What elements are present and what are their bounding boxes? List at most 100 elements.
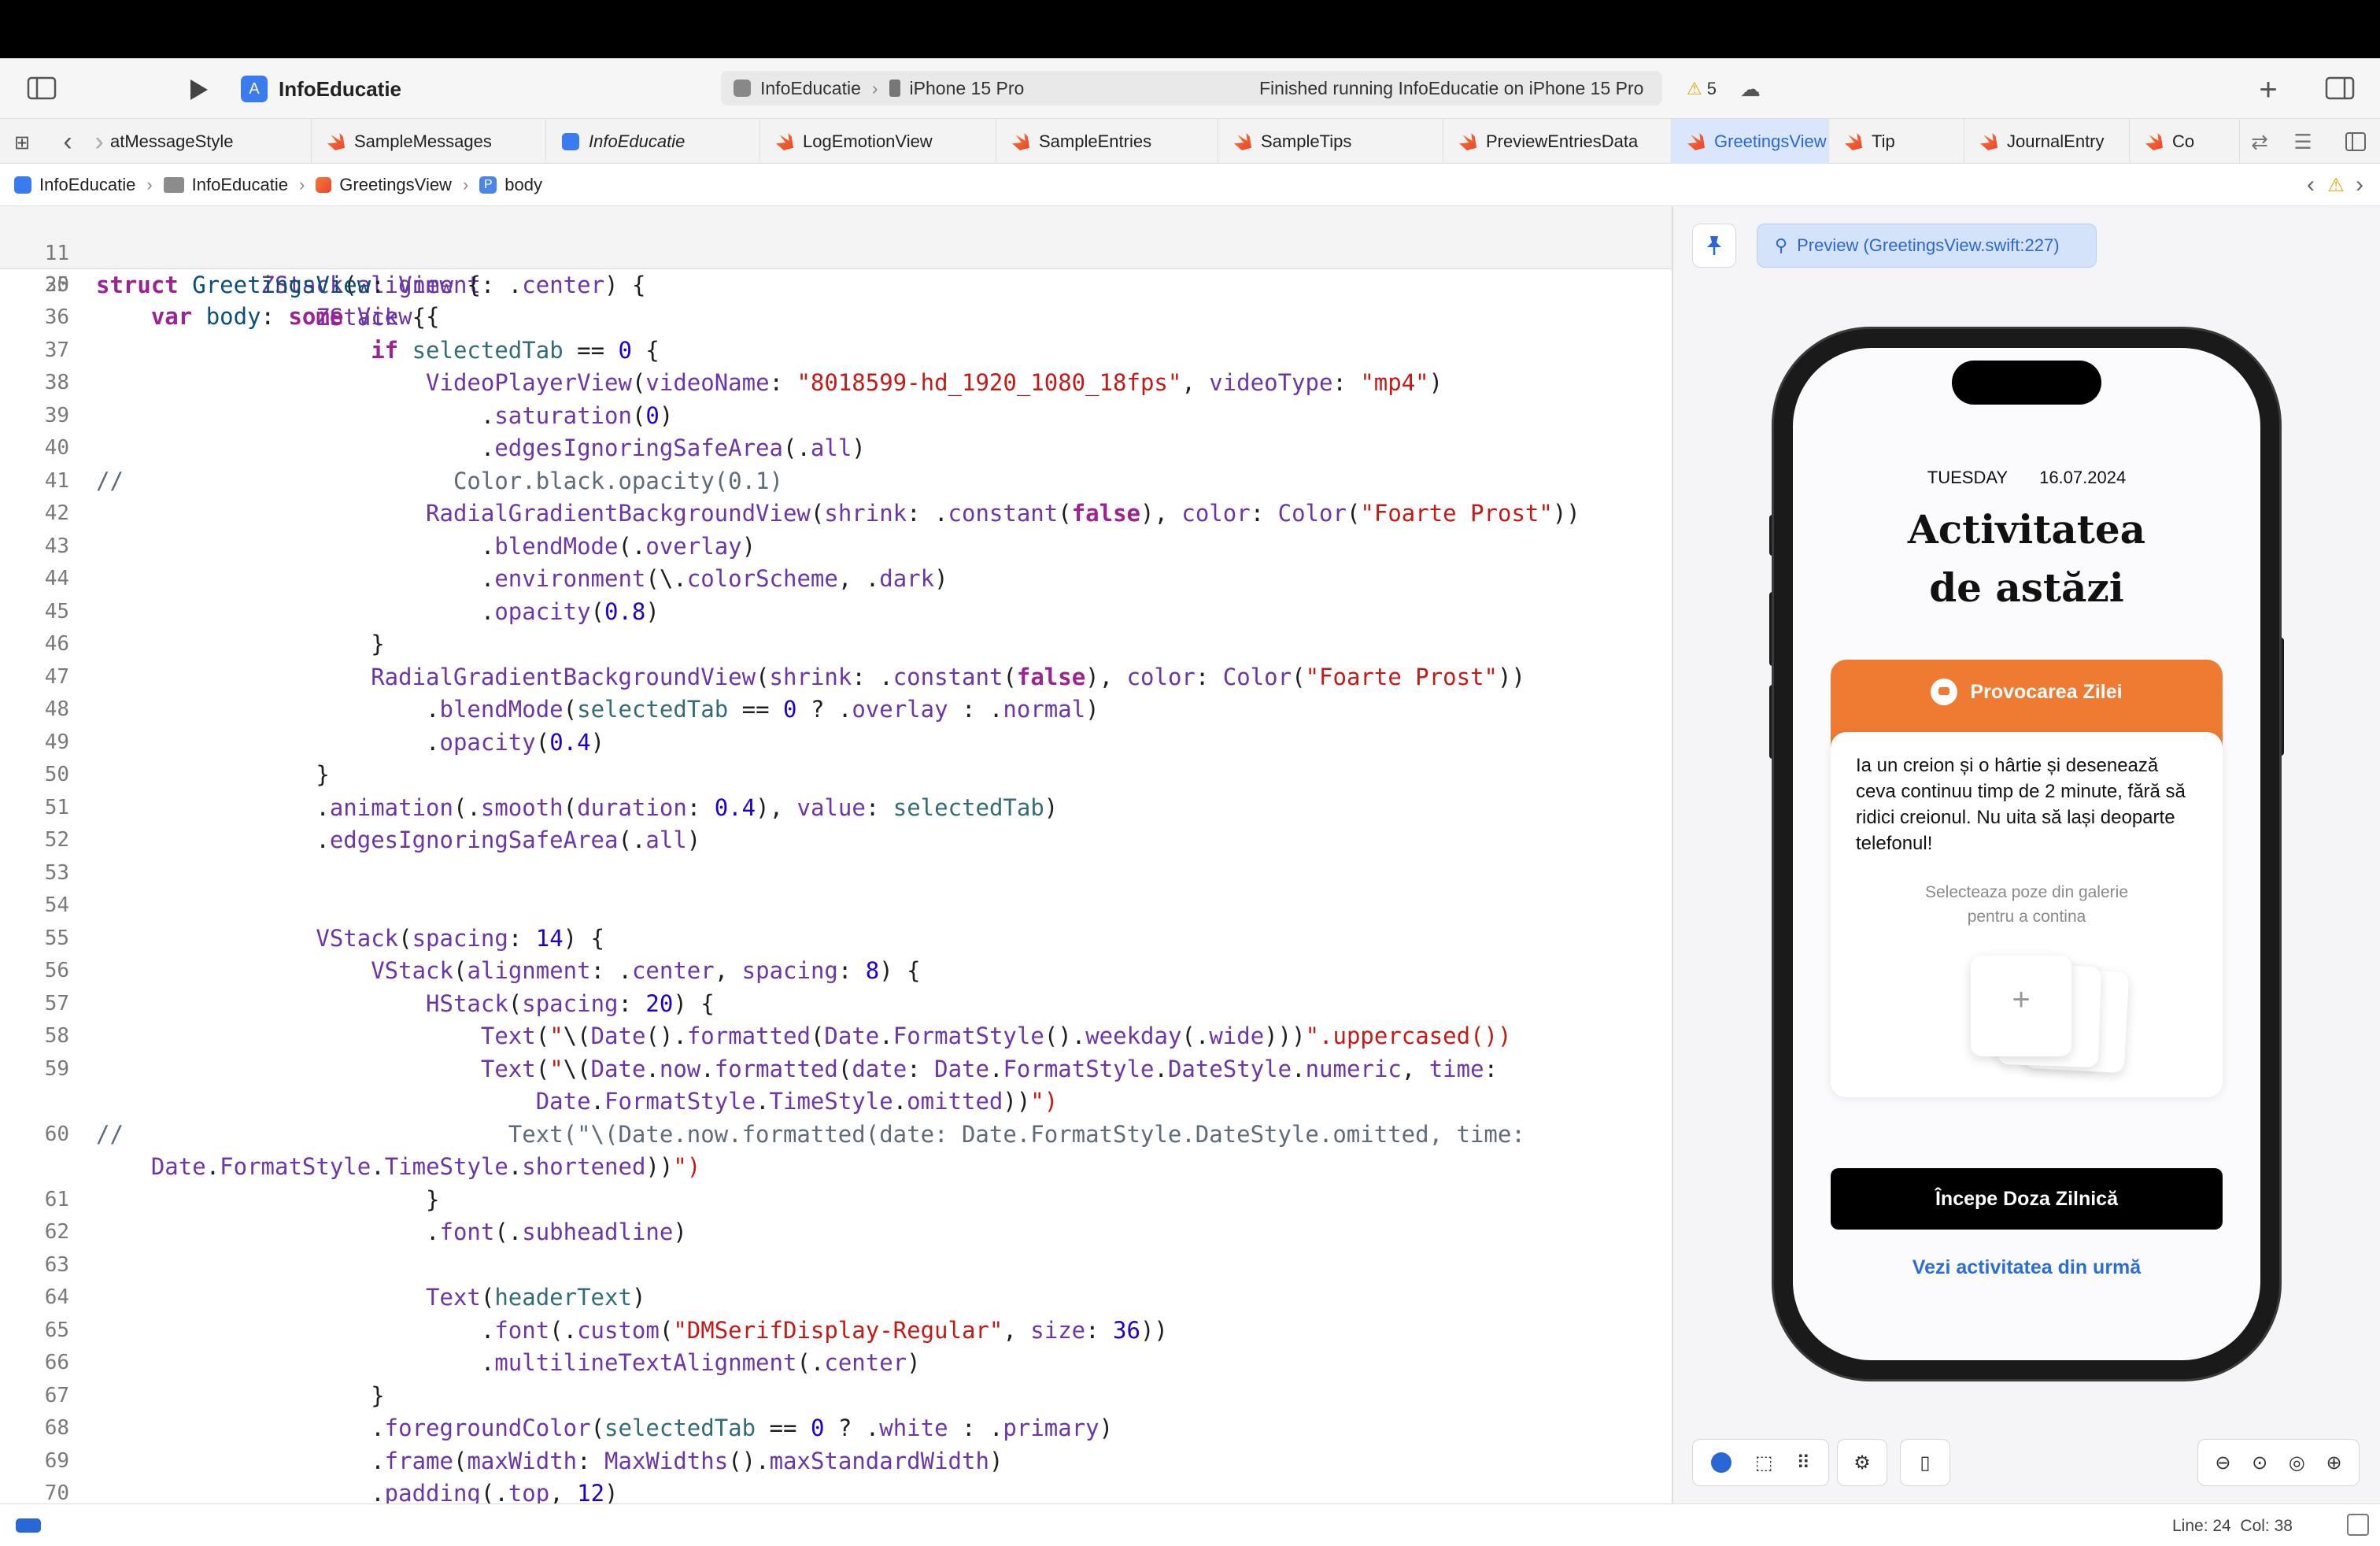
code-line[interactable]: 70 .padding(.top, 12) — [0, 1478, 1672, 1503]
line-number: 64 — [44, 1285, 69, 1309]
code-line[interactable]: 43 .blendMode(.overlay) — [0, 531, 1672, 562]
code-text: .opacity(0.8) — [96, 597, 660, 625]
line-number: 59 — [44, 1056, 69, 1081]
inspector-toggle-icon[interactable] — [2347, 1514, 2369, 1536]
swift-file-icon — [1845, 133, 1862, 150]
back-icon[interactable]: ‹ — [57, 127, 79, 157]
code-line[interactable]: 59 Text("\(Date.now.formatted(date: Date… — [0, 1053, 1672, 1085]
tab-journalentry[interactable]: JournalEntry — [1964, 119, 2130, 165]
swift-file-icon — [316, 176, 332, 193]
zoom-controls: ⊖ ⊙ ◎ ⊕ — [2197, 1439, 2360, 1486]
scheme-name[interactable]: InfoEducatie — [760, 78, 861, 99]
chevron-right-icon: › — [146, 174, 153, 194]
past-activity-link[interactable]: Vezi activitatea din urmă — [1831, 1256, 2223, 1279]
iphone-icon — [889, 80, 900, 97]
code-line[interactable]: 55 VStack(spacing: 14) { — [0, 923, 1672, 954]
zoom-out-icon[interactable]: ⊖ — [2215, 1452, 2230, 1474]
tab-previewentriesdata[interactable]: PreviewEntriesData — [1443, 119, 1672, 165]
pin-icon[interactable] — [1692, 224, 1736, 268]
code-line[interactable]: 63 — [0, 1249, 1672, 1281]
tab-atmessagestyle[interactable]: atMessageStyle — [94, 119, 312, 165]
code-line[interactable]: 66 .multilineTextAlignment(.center) — [0, 1347, 1672, 1378]
code-line[interactable]: 50 } — [0, 759, 1672, 790]
prev-issue-icon[interactable]: ‹ — [2301, 172, 2320, 198]
breadcrumb-item-symbol[interactable]: P body — [479, 175, 542, 195]
code-line[interactable]: 42 RadialGradientBackgroundView(shrink: … — [0, 497, 1672, 529]
cloud-icon[interactable]: ☁ — [1735, 76, 1766, 102]
code-text: HStack(spacing: 20) { — [426, 989, 715, 1017]
project-title: InfoEducatie — [279, 77, 402, 101]
code-line[interactable]: 44 .environment(\.colorScheme, .dark) — [0, 563, 1672, 594]
inspector-toggle-icon[interactable] — [2322, 72, 2358, 104]
code-line[interactable]: 60 // Text("\(Date.now.formatted(date: Da… — [0, 1119, 1672, 1150]
start-daily-dose-button[interactable]: Începe Doza Zilnică — [1831, 1168, 2223, 1230]
code-line[interactable]: 56 VStack(alignment: .center, spacing: 8… — [0, 955, 1672, 986]
code-line[interactable]: 53 — [0, 857, 1672, 889]
chevron-right-icon: › — [462, 174, 469, 194]
code-line[interactable]: 47 RadialGradientBackgroundView(shrink: … — [0, 661, 1672, 693]
line-number: 54 — [44, 893, 69, 917]
code-line[interactable]: 48 .blendMode(selectedTab == 0 ? .overla… — [0, 693, 1672, 725]
sidebar-toggle-icon[interactable] — [24, 72, 60, 104]
code-line[interactable]: 38 VideoPlayerView(videoName: "8018599-h… — [0, 367, 1672, 398]
code-line[interactable]: 57 HStack(spacing: 20) { — [0, 988, 1672, 1019]
code-line[interactable]: 69 .frame(maxWidth: MaxWidths().maxStand… — [0, 1445, 1672, 1477]
zoom-fit-icon[interactable]: ◎ — [2289, 1452, 2305, 1474]
tab-infoeducatie[interactable]: InfoEducatie — [546, 119, 760, 165]
code-line[interactable]: 67 } — [0, 1380, 1672, 1411]
code-line[interactable]: Date.FormatStyle.TimeStyle.omitted))") — [0, 1086, 1672, 1117]
next-issue-icon[interactable]: › — [2350, 172, 2369, 198]
code-line[interactable]: 39 .saturation(0) — [0, 400, 1672, 431]
code-line[interactable]: 62 .font(.subheadline) — [0, 1216, 1672, 1248]
tab-greetingsview[interactable]: GreetingsView — [1672, 119, 1829, 165]
code-line[interactable]: 51 .animation(.smooth(duration: 0.4), va… — [0, 792, 1672, 823]
variants-icon[interactable]: ⠿ — [1796, 1452, 1810, 1474]
tab-tip[interactable]: Tip — [1829, 119, 1964, 165]
select-mode-icon[interactable]: ⬚ — [1755, 1452, 1773, 1474]
zoom-100-icon[interactable]: ⊙ — [2252, 1452, 2267, 1474]
scheme-selector[interactable]: InfoEducatie › iPhone 15 Pro Finished ru… — [721, 71, 1662, 105]
line-number: 43 — [44, 534, 69, 558]
tab-samplemessages[interactable]: SampleMessages — [312, 119, 546, 165]
canvas-mode-controls: ⬚ ⠿ — [1692, 1439, 1829, 1486]
code-line[interactable]: 68 .foregroundColor(selectedTab == 0 ? .… — [0, 1412, 1672, 1444]
code-editor[interactable]: 11 struct GreetingsView: View { 20 var b… — [0, 206, 1672, 1503]
code-line[interactable]: 40 .edgesIgnoringSafeArea(.all) — [0, 432, 1672, 464]
code-line[interactable]: 65 .font(.custom("DMSerifDisplay-Regular… — [0, 1315, 1672, 1346]
code-line[interactable]: 45 .opacity(0.8) — [0, 596, 1672, 627]
code-line[interactable]: 58 Text("\(Date().formatted(Date.FormatS… — [0, 1020, 1672, 1052]
warnings-badge[interactable]: ⚠ 5 — [1678, 76, 1725, 102]
run-button[interactable] — [183, 74, 214, 105]
swap-icon[interactable]: ⇄ — [2246, 128, 2273, 155]
code-line[interactable]: 49 .opacity(0.4) — [0, 727, 1672, 758]
live-mode-icon[interactable] — [1710, 1452, 1731, 1473]
line-number: 67 — [44, 1383, 69, 1407]
tab-logemotionview[interactable]: LogEmotionView — [760, 119, 996, 165]
preview-selector[interactable]: ⚲ Preview (GreetingsView.swift:227) — [1757, 224, 2097, 268]
breadcrumb-item-project[interactable]: InfoEducatie › — [14, 175, 153, 195]
breadcrumb-item-file[interactable]: GreetingsView › — [316, 175, 468, 195]
code-line[interactable]: Date.FormatStyle.TimeStyle.shortened))") — [0, 1151, 1672, 1182]
add-button[interactable]: + — [2252, 72, 2284, 107]
device-name[interactable]: iPhone 15 Pro — [910, 78, 1025, 99]
adjust-editor-icon[interactable]: ☰ — [2287, 128, 2319, 155]
device-button[interactable]: ▯ — [1900, 1439, 1950, 1486]
tab-co[interactable]: Co — [2130, 119, 2240, 165]
line-number: 57 — [44, 991, 69, 1015]
issue-warning-icon[interactable]: ⚠ — [2325, 173, 2347, 197]
code-line[interactable]: 61 } — [0, 1184, 1672, 1215]
code-line[interactable]: 64 Text(headerText) — [0, 1282, 1672, 1313]
device-settings-button[interactable]: ⚙ — [1837, 1439, 1887, 1486]
tab-sampleentries[interactable]: SampleEntries — [996, 119, 1218, 165]
debug-area-toggle-icon[interactable] — [16, 1518, 41, 1533]
zoom-in-icon[interactable]: ⊕ — [2326, 1452, 2342, 1474]
breadcrumb-item-folder[interactable]: InfoEducatie › — [163, 175, 305, 195]
code-line[interactable]: 54 — [0, 890, 1672, 921]
grid-icon[interactable]: ⊞ — [9, 130, 35, 155]
code-line[interactable]: 37 if selectedTab == 0 { — [0, 335, 1672, 366]
tab-sampletips[interactable]: SampleTips — [1218, 119, 1443, 165]
code-line[interactable]: 41 // Color.black.opacity(0.1) — [0, 465, 1672, 497]
split-editor-icon[interactable] — [2342, 128, 2369, 155]
code-line[interactable]: 46 } — [0, 628, 1672, 660]
code-line[interactable]: 52 .edgesIgnoringSafeArea(.all) — [0, 824, 1672, 856]
